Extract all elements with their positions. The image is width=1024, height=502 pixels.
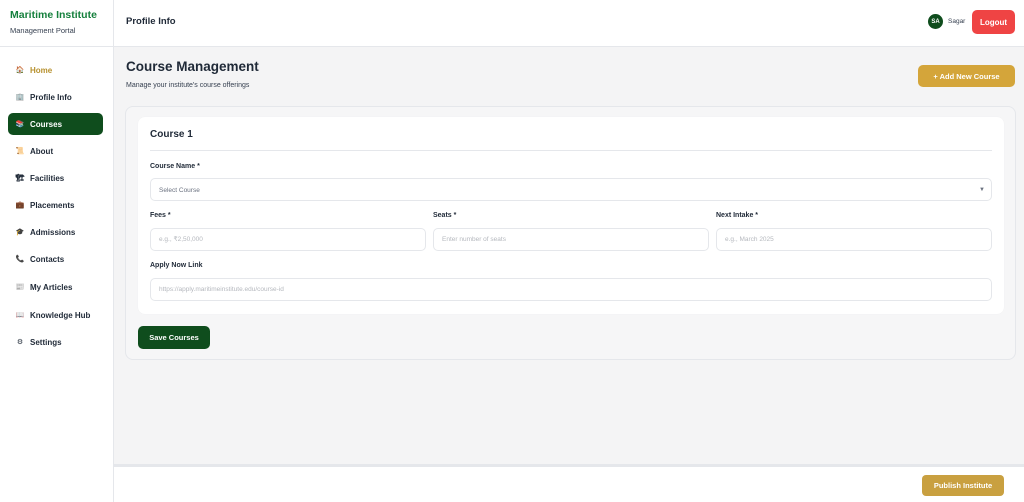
sidebar-item-label: Knowledge Hub bbox=[30, 310, 91, 320]
books-icon: 📚 bbox=[15, 120, 25, 128]
sidebar-item-label: Contacts bbox=[30, 254, 65, 264]
fees-label: Fees * bbox=[150, 212, 171, 219]
add-new-course-button[interactable]: + Add New Course bbox=[918, 65, 1015, 87]
sidebar-item-label: Facilities bbox=[30, 173, 65, 183]
sidebar-item-label: Home bbox=[30, 65, 53, 75]
chevron-down-icon: ▼ bbox=[979, 187, 985, 193]
book-icon: 📖 bbox=[15, 311, 25, 319]
gear-icon: ⚙ bbox=[16, 338, 24, 346]
phone-icon: 📞 bbox=[15, 255, 25, 263]
sidebar-item-my-articles[interactable]: 📰 My Articles bbox=[8, 275, 103, 299]
avatar[interactable]: SA bbox=[928, 14, 943, 29]
sidebar-item-label: Admissions bbox=[30, 227, 76, 237]
sidebar-item-admissions[interactable]: 🎓 Admissions bbox=[8, 221, 103, 243]
construction-icon: 🏗 bbox=[15, 174, 25, 182]
sidebar-item-courses[interactable]: 📚 Courses bbox=[8, 113, 103, 135]
course-name-select-value: Select Course bbox=[159, 187, 200, 194]
next-intake-label: Next Intake * bbox=[716, 212, 759, 219]
building-icon: 🏢 bbox=[15, 93, 25, 101]
sidebar-item-profile-info[interactable]: 🏢 Profile Info bbox=[8, 86, 103, 108]
header-title: Profile Info bbox=[126, 16, 176, 27]
sidebar-item-label: Settings bbox=[30, 337, 62, 347]
graduation-cap-icon: 🎓 bbox=[15, 228, 25, 236]
document-icon: 📰 bbox=[15, 283, 25, 291]
divider bbox=[150, 150, 992, 151]
sidebar-item-label: Courses bbox=[30, 119, 63, 129]
courses-panel: Course 1 Course Name * Select Course ▼ F… bbox=[125, 106, 1016, 360]
brand: Maritime Institute Management Portal bbox=[0, 0, 113, 47]
apply-link-input[interactable] bbox=[150, 278, 992, 301]
sidebar-item-facilities[interactable]: 🏗 Facilities bbox=[8, 167, 103, 189]
sidebar-item-knowledge-hub[interactable]: 📖 Knowledge Hub bbox=[8, 304, 103, 326]
brand-subtitle: Management Portal bbox=[10, 26, 76, 35]
seats-input[interactable] bbox=[433, 228, 709, 251]
logout-button[interactable]: Logout bbox=[972, 10, 1015, 34]
seats-label: Seats * bbox=[433, 212, 457, 219]
home-icon: 🏠 bbox=[15, 66, 25, 74]
top-header: Profile Info SA Sagar Logout bbox=[114, 0, 1024, 47]
sidebar-item-label: Placements bbox=[30, 200, 75, 210]
sidebar-item-label: About bbox=[30, 146, 54, 156]
sidebar-nav: 🏠 Home 🏢 Profile Info 📚 Courses 📜 About … bbox=[0, 47, 113, 353]
sidebar-item-placements[interactable]: 💼 Placements bbox=[8, 194, 103, 216]
page-title: Course Management bbox=[126, 59, 259, 74]
brand-title: Maritime Institute bbox=[10, 9, 97, 21]
save-courses-button[interactable]: Save Courses bbox=[138, 326, 210, 349]
sidebar-item-about[interactable]: 📜 About bbox=[8, 140, 103, 162]
briefcase-icon: 💼 bbox=[15, 201, 25, 209]
scroll-icon: 📜 bbox=[15, 147, 25, 155]
sidebar-item-settings[interactable]: ⚙ Settings bbox=[8, 331, 103, 353]
apply-link-label: Apply Now Link bbox=[150, 262, 203, 269]
course-name-select[interactable]: Select Course ▼ bbox=[150, 178, 992, 201]
publish-institute-button[interactable]: Publish Institute bbox=[922, 475, 1004, 496]
sidebar-item-label: Profile Info bbox=[30, 92, 72, 102]
course-name-label: Course Name * bbox=[150, 163, 200, 170]
footer-bar: Publish Institute bbox=[114, 464, 1024, 502]
sidebar-item-label: My Articles bbox=[30, 282, 73, 292]
page-subtitle: Manage your institute's course offerings bbox=[126, 82, 250, 89]
fees-input[interactable] bbox=[150, 228, 426, 251]
course-card: Course 1 Course Name * Select Course ▼ F… bbox=[138, 117, 1004, 314]
main-content: Course Management Manage your institute'… bbox=[114, 47, 1024, 464]
course-title: Course 1 bbox=[150, 129, 193, 140]
next-intake-input[interactable] bbox=[716, 228, 992, 251]
sidebar: Maritime Institute Management Portal 🏠 H… bbox=[0, 0, 114, 502]
username: Sagar bbox=[948, 18, 966, 25]
sidebar-item-home[interactable]: 🏠 Home bbox=[8, 59, 103, 81]
sidebar-item-contacts[interactable]: 📞 Contacts bbox=[8, 248, 103, 270]
